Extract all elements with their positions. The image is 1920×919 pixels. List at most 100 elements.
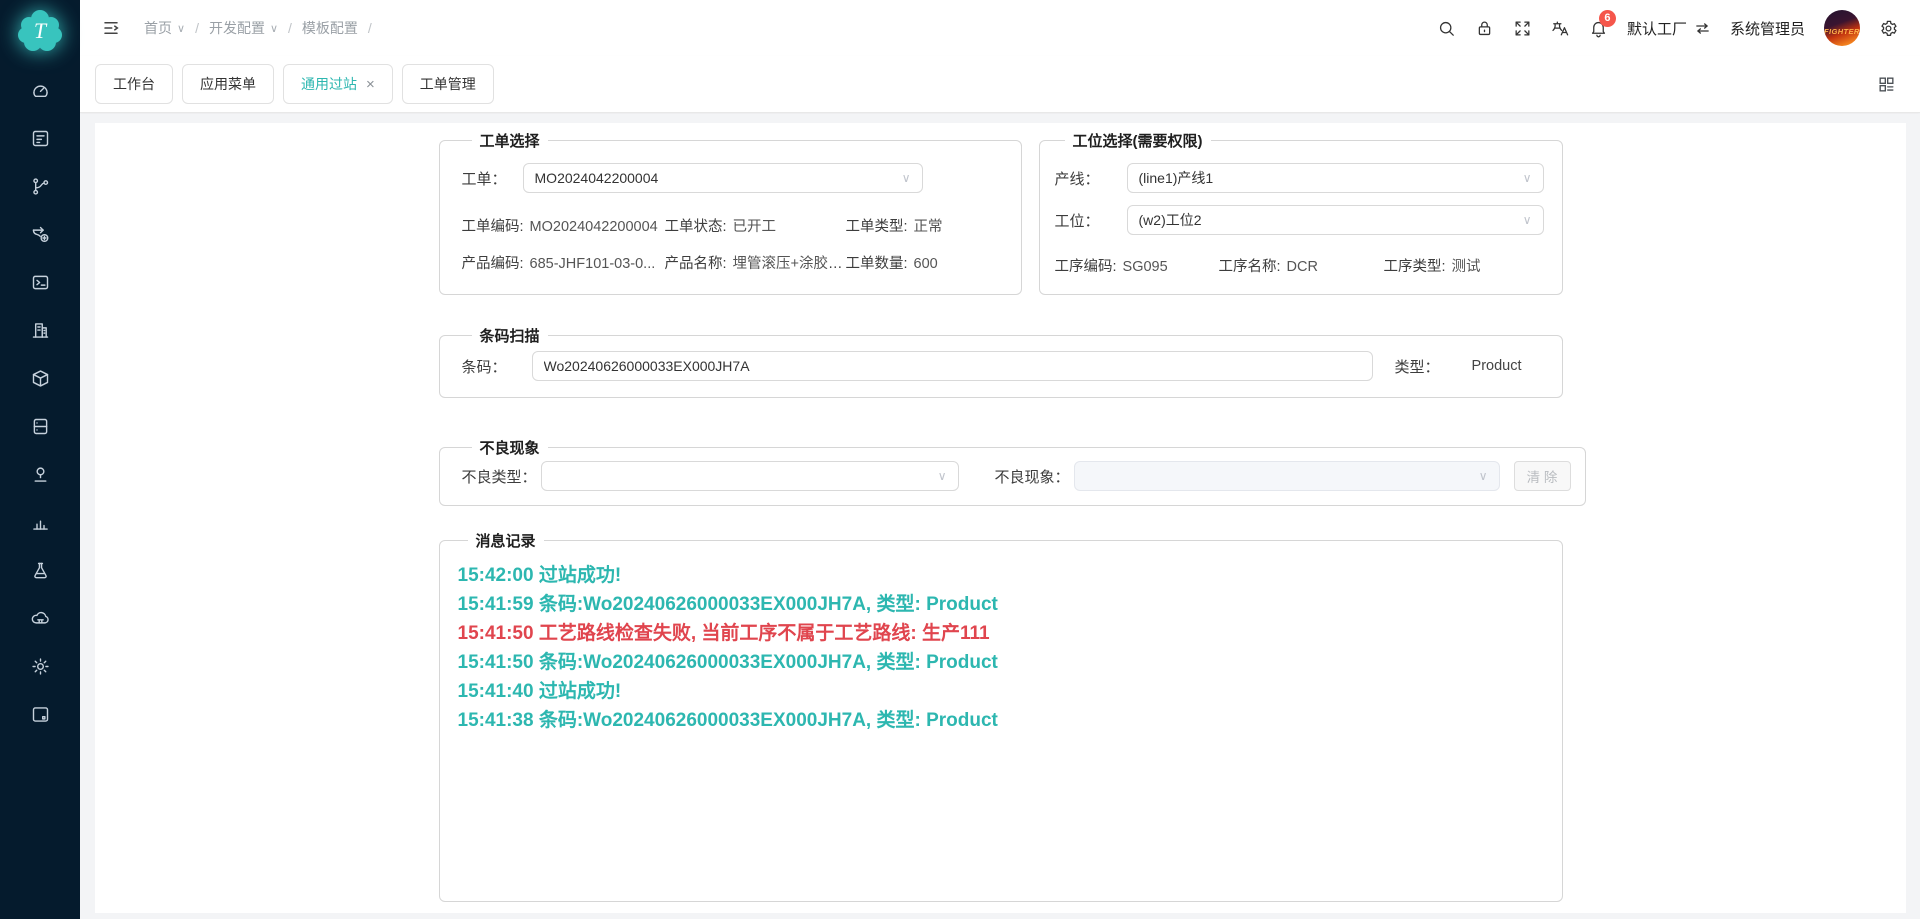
barcode-input-label: 条码： [462, 356, 507, 377]
station-select-label: 工位： [1055, 210, 1100, 231]
defect-legend: 不良现象 [472, 437, 548, 458]
message-log-legend: 消息记录 [468, 530, 544, 551]
barcode-legend: 条码扫描 [472, 325, 548, 346]
chevron-down-icon: ∨ [177, 22, 185, 35]
flask-test-icon[interactable] [30, 560, 51, 581]
defect-fieldset: 不良现象 不良类型： ∨ 不良现象： ∨ 清 除 [439, 437, 1586, 506]
breadcrumb-separator: / [368, 20, 372, 36]
work-order-fieldset: 工单选择 工单： MO2024042200004 ∨ 工单编码:MO202404… [439, 130, 1022, 295]
breadcrumb-separator: / [195, 20, 199, 36]
chevron-down-icon: ∨ [1479, 469, 1488, 483]
breadcrumb-dev-config[interactable]: 开发配置∨ [209, 18, 278, 38]
dashboard-icon[interactable] [30, 80, 51, 101]
breadcrumb-home[interactable]: 首页∨ [144, 18, 185, 38]
tabbar: 工作台 应用菜单 通用过站× 工单管理 [80, 56, 1920, 113]
header: 首页∨ / 开发配置∨ / 模板配置 / 6 默认工厂 系统管理员 FIGHTE… [80, 0, 1920, 56]
app-logo[interactable]: T [0, 0, 80, 62]
tab-work-order-manage[interactable]: 工单管理 [402, 64, 494, 104]
gear-icon[interactable] [1879, 19, 1898, 38]
notification-bell-icon[interactable]: 6 [1589, 19, 1608, 38]
message-row: 15:41:59 条码:Wo20240626000033EX000JH7A, 类… [458, 590, 1542, 619]
station-fieldset: 工位选择(需要权限) 产线： (line1)产线1 ∨ 工位： (w2)工位2 … [1039, 130, 1563, 295]
person-station-icon[interactable] [30, 464, 51, 485]
factory-switcher[interactable]: 默认工厂 [1627, 18, 1711, 39]
work-order-select[interactable]: MO2024042200004 ∨ [523, 163, 923, 193]
breadcrumb-template-config[interactable]: 模板配置 [302, 18, 358, 38]
storage-icon[interactable] [30, 416, 51, 437]
message-row: 15:41:50 工艺路线检查失败, 当前工序不属于工艺路线: 生产111 [458, 619, 1542, 648]
chevron-down-icon: ∨ [270, 22, 278, 35]
station-select-value: (w2)工位2 [1139, 210, 1202, 230]
sidebar-nav [30, 62, 51, 725]
tab-generic-pass-station[interactable]: 通用过站× [283, 64, 393, 104]
content-area: 工单选择 工单： MO2024042200004 ∨ 工单编码:MO202404… [80, 114, 1920, 919]
lock-icon[interactable] [1475, 19, 1494, 38]
info-process-type: 工序类型:测试 [1384, 255, 1548, 276]
work-order-legend: 工单选择 [472, 130, 548, 151]
tab-app-menu[interactable]: 应用菜单 [182, 64, 274, 104]
notification-badge: 6 [1599, 10, 1616, 27]
defect-type-label: 不良类型： [462, 466, 537, 487]
avatar-label: FIGHTERS [1824, 27, 1860, 36]
barcode-type-label: 类型： [1395, 356, 1440, 377]
message-row: 15:41:40 过站成功! [458, 677, 1542, 706]
line-select[interactable]: (line1)产线1 ∨ [1127, 163, 1544, 193]
user-name[interactable]: 系统管理员 [1730, 18, 1805, 39]
factory-doc-icon[interactable] [30, 320, 51, 341]
svg-text:T: T [34, 18, 48, 43]
clear-button[interactable]: 清 除 [1514, 461, 1571, 491]
station-legend: 工位选择(需要权限) [1065, 130, 1211, 151]
package-icon[interactable] [30, 368, 51, 389]
info-order-qty: 工单数量:600 [846, 252, 1001, 273]
flow-branch-icon[interactable] [30, 176, 51, 197]
menu-fold-icon[interactable] [102, 19, 120, 37]
chevron-down-icon: ∨ [902, 171, 911, 185]
line-select-label: 产线： [1055, 168, 1100, 189]
info-order-type: 工单类型:正常 [846, 215, 1001, 236]
defect-phenomenon-select[interactable]: ∨ [1074, 461, 1500, 491]
info-process-name: 工序名称:DCR [1219, 255, 1384, 276]
close-icon[interactable]: × [366, 77, 375, 92]
defect-type-select[interactable]: ∨ [541, 461, 959, 491]
tabs: 工作台 应用菜单 通用过站× 工单管理 [95, 64, 494, 104]
logo-cloud-icon: T [17, 9, 63, 53]
chevron-down-icon: ∨ [1523, 171, 1532, 185]
cloud-device-icon[interactable] [30, 608, 51, 629]
defect-phenomenon-label: 不良现象： [995, 466, 1070, 487]
tab-workbench[interactable]: 工作台 [95, 64, 173, 104]
barcode-input[interactable] [532, 351, 1373, 381]
line-select-value: (line1)产线1 [1139, 168, 1214, 188]
work-order-select-label: 工单： [462, 168, 507, 189]
barcode-fieldset: 条码扫描 条码： 类型： Product [439, 325, 1563, 398]
terminal-icon[interactable] [30, 272, 51, 293]
message-row: 15:41:38 条码:Wo20240626000033EX000JH7A, 类… [458, 706, 1542, 735]
monitor-icon[interactable] [30, 704, 51, 725]
info-product-code: 产品编码:685-JHF101-03-0... [462, 252, 665, 273]
chevron-down-icon: ∨ [1523, 213, 1532, 227]
station-select[interactable]: (w2)工位2 ∨ [1127, 205, 1544, 235]
translate-icon[interactable] [1551, 19, 1570, 38]
message-row: 15:42:00 过站成功! [458, 561, 1542, 590]
info-product-name: 产品名称:埋管滚压+涂胶，... [665, 252, 846, 273]
work-order-select-value: MO2024042200004 [535, 170, 659, 186]
message-row: 15:41:50 条码:Wo20240626000033EX000JH7A, 类… [458, 648, 1542, 677]
menu-manage-icon[interactable] [30, 128, 51, 149]
info-process-code: 工序编码:SG095 [1055, 255, 1219, 276]
avatar[interactable]: FIGHTERS [1824, 10, 1860, 46]
message-list: 15:42:00 过站成功!15:41:59 条码:Wo202406260000… [458, 561, 1542, 735]
main-panel: 工单选择 工单： MO2024042200004 ∨ 工单编码:MO202404… [95, 123, 1906, 913]
tab-layout-grid-icon[interactable] [1877, 75, 1920, 94]
breadcrumb: 首页∨ / 开发配置∨ / 模板配置 / [144, 18, 382, 38]
fullscreen-icon[interactable] [1513, 19, 1532, 38]
info-order-status: 工单状态:已开工 [665, 215, 846, 236]
route-dispatch-icon[interactable] [30, 224, 51, 245]
bar-chart-icon[interactable] [30, 512, 51, 533]
settings-icon[interactable] [30, 656, 51, 677]
breadcrumb-separator: / [288, 20, 292, 36]
info-order-code: 工单编码:MO2024042200004 [462, 215, 665, 236]
sidebar: T [0, 0, 80, 919]
swap-icon [1694, 20, 1711, 37]
search-icon[interactable] [1437, 19, 1456, 38]
chevron-down-icon: ∨ [938, 469, 947, 483]
header-actions: 6 默认工厂 系统管理员 FIGHTERS [1437, 10, 1920, 46]
